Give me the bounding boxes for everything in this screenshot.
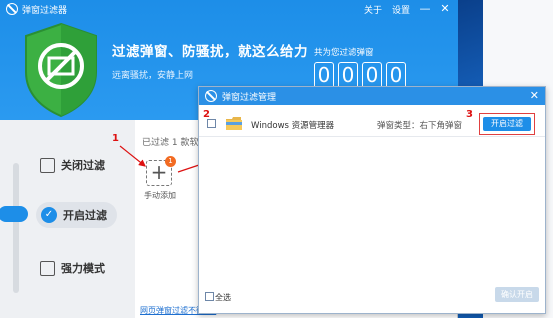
row-checkbox[interactable] (207, 119, 216, 128)
app-logo-icon (205, 90, 217, 102)
enable-filter-button[interactable]: 开启过滤 (483, 117, 531, 131)
select-all-checkbox[interactable] (205, 292, 214, 301)
dialog-close-button[interactable]: ✕ (530, 89, 539, 102)
process-name: Windows 资源管理器 (251, 121, 335, 131)
arrow-to-add (119, 145, 146, 167)
annotation-step-1: 1 (112, 133, 119, 144)
confirm-enable-button[interactable]: 确认开启 (495, 287, 539, 302)
select-all-label[interactable]: 全选 (215, 292, 231, 303)
popup-type: 弹窗类型：右下角弹窗 (377, 121, 463, 131)
folder-icon (226, 117, 242, 130)
table-row: Windows 资源管理器 弹窗类型：右下角弹窗 开启过滤 (199, 111, 545, 137)
dialog-title-bar: 弹窗过滤管理 ✕ (199, 87, 545, 105)
dialog-title: 弹窗过滤管理 (222, 93, 277, 103)
popup-filter-dialog: 弹窗过滤管理 ✕ 2 3 Windows 资源管理器 弹窗类型：右下角弹窗 开启… (198, 86, 546, 314)
